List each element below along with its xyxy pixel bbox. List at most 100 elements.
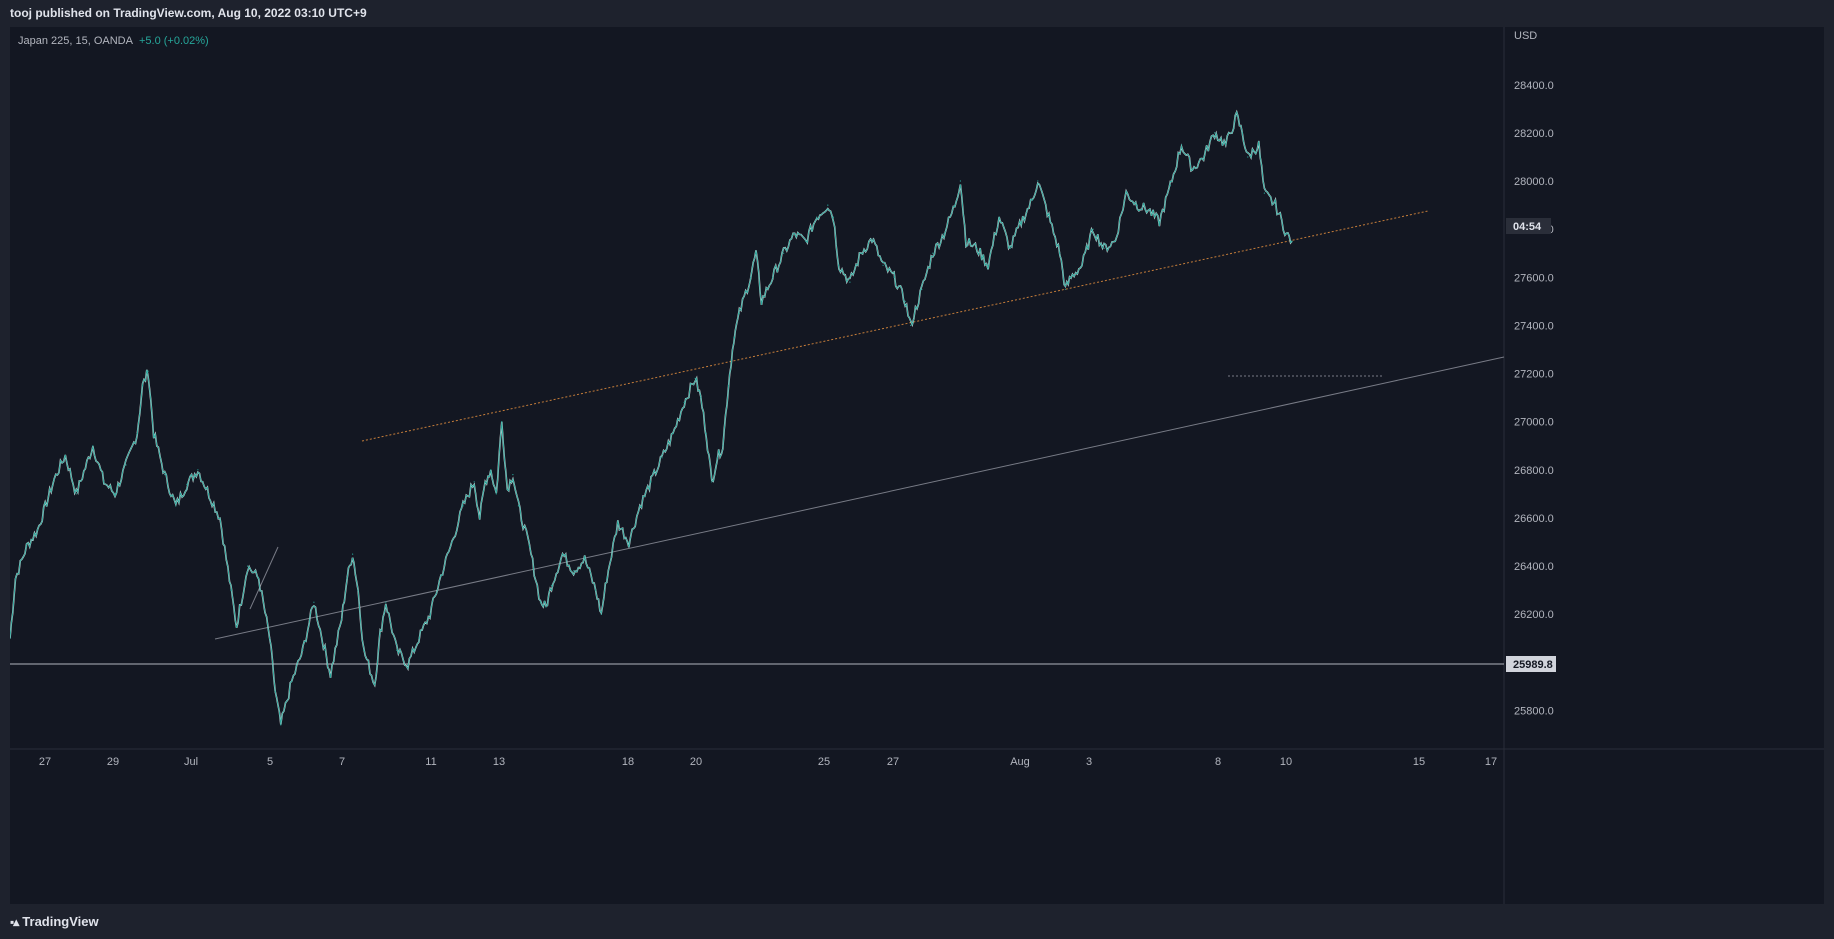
price-series-line: [10, 110, 1293, 725]
price-point: [733, 336, 735, 339]
x-tick-label: 18: [622, 756, 634, 768]
price-point: [1020, 221, 1022, 223]
y-tick-label: 27600.0: [1514, 272, 1554, 284]
price-point: [550, 584, 553, 586]
price-point: [694, 377, 696, 379]
price-point: [573, 570, 575, 572]
drawing-layer[interactable]: [10, 210, 1505, 665]
price-point: [186, 483, 188, 485]
x-tick-label: 27: [887, 756, 899, 768]
price-point: [125, 464, 127, 466]
price-point: [440, 575, 442, 577]
price-point: [324, 649, 326, 651]
price-point: [1158, 221, 1160, 223]
y-tick-label: 25800.0: [1514, 705, 1554, 717]
price-axis[interactable]: 25800.026000.026200.026400.026600.026800…: [1514, 80, 1554, 718]
x-tick-label: 3: [1086, 756, 1092, 768]
price-point: [1236, 115, 1238, 117]
y-tick-label: 26600.0: [1514, 513, 1554, 525]
y-tick-label: 28000.0: [1514, 176, 1554, 188]
price-point: [794, 233, 796, 235]
price-point: [175, 505, 177, 507]
price-point: [965, 240, 967, 242]
tradingview-logo[interactable]: ▪▴ TradingView: [10, 914, 99, 929]
price-point: [893, 276, 895, 278]
price-point: [219, 517, 221, 519]
price-point: [451, 541, 453, 543]
price-point: [617, 522, 619, 524]
price-series-wicks: [10, 109, 1293, 725]
price-point: [932, 252, 934, 254]
price-point: [1225, 144, 1227, 146]
price-point: [683, 401, 685, 403]
price-point: [772, 276, 774, 278]
price-point: [1092, 228, 1094, 230]
price-point: [479, 517, 481, 519]
price-point: [1103, 247, 1105, 249]
price-point: [545, 606, 547, 608]
orange-dotted-trendline[interactable]: [361, 210, 1429, 442]
price-point: [495, 493, 497, 495]
price-point: [1214, 132, 1216, 134]
x-tick-label: Jul: [184, 756, 198, 768]
x-tick-label: 29: [107, 756, 119, 768]
price-point: [1203, 156, 1205, 158]
y-tick-label: 27200.0: [1514, 369, 1554, 381]
brand-label: TradingView: [22, 914, 99, 929]
level-price-text: 25989.8: [1513, 659, 1553, 671]
price-point: [269, 637, 271, 639]
price-point: [595, 589, 597, 591]
price-point: [1031, 199, 1033, 201]
price-point: [716, 457, 718, 459]
price-point: [1064, 288, 1066, 290]
price-point: [832, 216, 835, 218]
price-point: [1037, 180, 1039, 182]
price-point: [385, 601, 387, 603]
x-tick-label: 11: [425, 756, 436, 768]
price-point: [26, 546, 28, 548]
symbol-legend[interactable]: Japan 225, 15, OANDA +5.0 (+0.02%): [18, 35, 209, 47]
price-point: [64, 454, 66, 456]
price-point: [147, 370, 149, 372]
price-point: [705, 433, 707, 435]
price-point: [1048, 216, 1050, 218]
price-point: [501, 421, 503, 423]
price-point: [650, 481, 652, 483]
price-point: [1059, 252, 1061, 254]
price-point: [274, 690, 276, 692]
price-point: [280, 724, 282, 726]
price-point: [1263, 192, 1265, 194]
price-point: [871, 238, 873, 240]
publisher-header: tooj published on TradingView.com, Aug 1…: [0, 0, 1834, 27]
price-point: [882, 264, 884, 266]
price-point: [302, 649, 304, 651]
price-point: [904, 300, 906, 302]
price-point: [987, 264, 989, 266]
price-series: [10, 109, 1293, 726]
symbol-label: Japan 225, 15, OANDA: [18, 35, 133, 47]
price-point: [506, 488, 508, 490]
price-point: [346, 577, 348, 579]
gray-short-line[interactable]: [249, 546, 279, 610]
gray-channel-trendline[interactable]: [214, 356, 1505, 640]
price-point: [136, 433, 138, 435]
x-tick-label: 27: [39, 756, 51, 768]
price-point: [1147, 209, 1149, 211]
price-point: [352, 553, 354, 555]
chart-panel[interactable]: USD 25800.026000.026200.026400.026600.02…: [10, 27, 1824, 904]
price-chart[interactable]: USD 25800.026000.026200.026400.026600.02…: [10, 27, 1824, 904]
price-point: [528, 546, 531, 548]
price-point: [1191, 168, 1194, 170]
price-point: [805, 240, 807, 242]
price-point: [1285, 233, 1288, 235]
price-point: [14, 577, 17, 579]
price-point: [711, 481, 713, 483]
price-point: [363, 649, 365, 651]
price-point: [727, 385, 730, 387]
price-point: [429, 613, 431, 615]
price-point: [208, 493, 210, 495]
price-point: [1009, 247, 1011, 249]
x-tick-label: 5: [267, 756, 273, 768]
price-point: [1125, 192, 1127, 194]
time-axis[interactable]: 27 29 Jul 5 7 11 13 18 20 25 27 Aug 3 8 10 15 17: [39, 756, 1497, 768]
